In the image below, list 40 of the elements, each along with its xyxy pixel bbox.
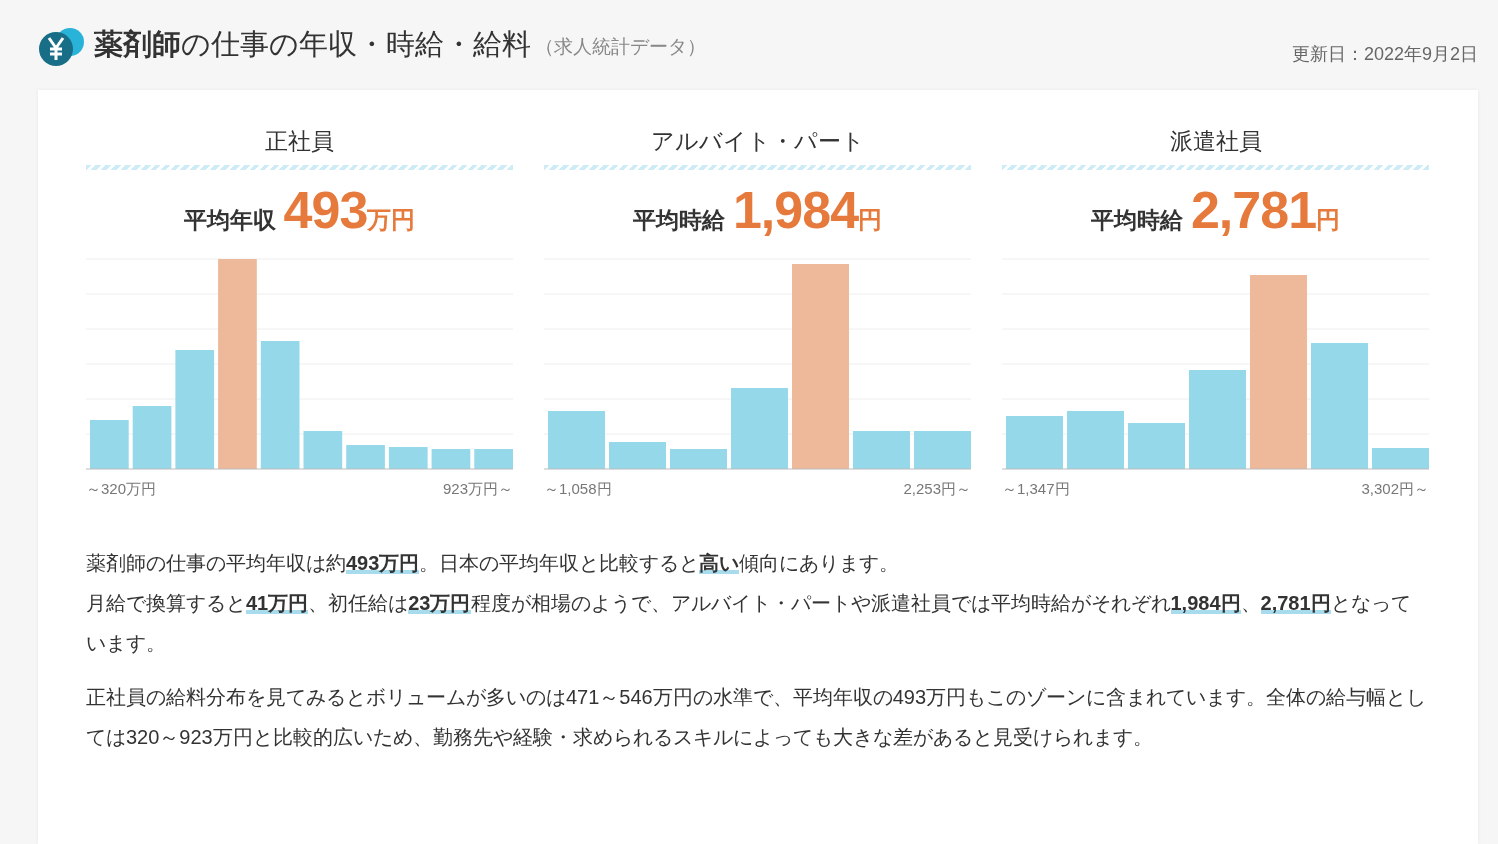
average-label: 平均時給 [632, 206, 725, 235]
average-value: 2,781 [1190, 180, 1317, 240]
histogram-bar [474, 449, 513, 469]
histogram-bar [90, 420, 129, 469]
histogram-bar [609, 442, 666, 469]
average-value: 493 [283, 180, 368, 240]
range-min-label: ～1,058円 [544, 480, 612, 499]
average-label: 平均年収 [183, 206, 276, 235]
body-paragraph: 薬剤師の仕事の平均年収は約493万円。日本の平均年収と比較すると高い傾向にあります。 月給で換算すると41万円、初任給は23万円程度が相場のようで、アルバイト・パートや派遣社員では平均時給がそれぞれ1,984円、2,781円となっています。 [86, 551, 1412, 656]
updated-date: 更新日：2022年9月2日 [1291, 43, 1478, 66]
histogram-bar [914, 431, 971, 469]
histogram-bar [1006, 416, 1063, 469]
histogram-bar [132, 406, 172, 469]
range-max-label: 923万円～ [442, 480, 513, 499]
average-label: 平均時給 [1090, 206, 1183, 235]
histogram-bar [1128, 423, 1185, 469]
range-max-label: 2,253円～ [903, 480, 971, 499]
page-subtitle: （求人統計データ） [535, 35, 706, 59]
average-unit: 円 [1316, 206, 1341, 233]
histogram-bar [346, 445, 385, 469]
panel-heading: アルバイト・パート [649, 127, 866, 156]
histogram-bar [1067, 411, 1124, 469]
histogram-bar [853, 431, 910, 469]
panel-heading: 派遣社員 [1168, 127, 1263, 156]
histogram-bar [670, 449, 727, 469]
range-min-label: ～320万円 [86, 480, 157, 499]
average-value: 1,984 [732, 180, 859, 240]
average-unit: 円 [858, 206, 883, 233]
average-unit: 万円 [367, 206, 416, 235]
page-title: 薬剤師の仕事の年収・時給・給料 [94, 27, 531, 62]
histogram-bar [431, 449, 471, 469]
histogram-bar [1372, 448, 1429, 469]
yen-coin-icon [38, 27, 86, 67]
panel-heading: 正社員 [264, 127, 335, 156]
histogram-bar [388, 447, 428, 469]
histogram-bar [303, 431, 343, 469]
range-min-label: ～1,347円 [1002, 480, 1070, 499]
range-max-label: 3,302円～ [1361, 480, 1429, 499]
body-paragraph: 正社員の給料分布を見てみるとボリュームが多いのは471～546万円の水準で、平均年収の493万円もこのゾーンに含まれています。全体の給与幅としては320～923万円と比較的広いため、勤務先や経験・求められるスキルによっても大きな差があると見受けられます。 [86, 685, 1428, 750]
histogram-bar [548, 411, 605, 469]
